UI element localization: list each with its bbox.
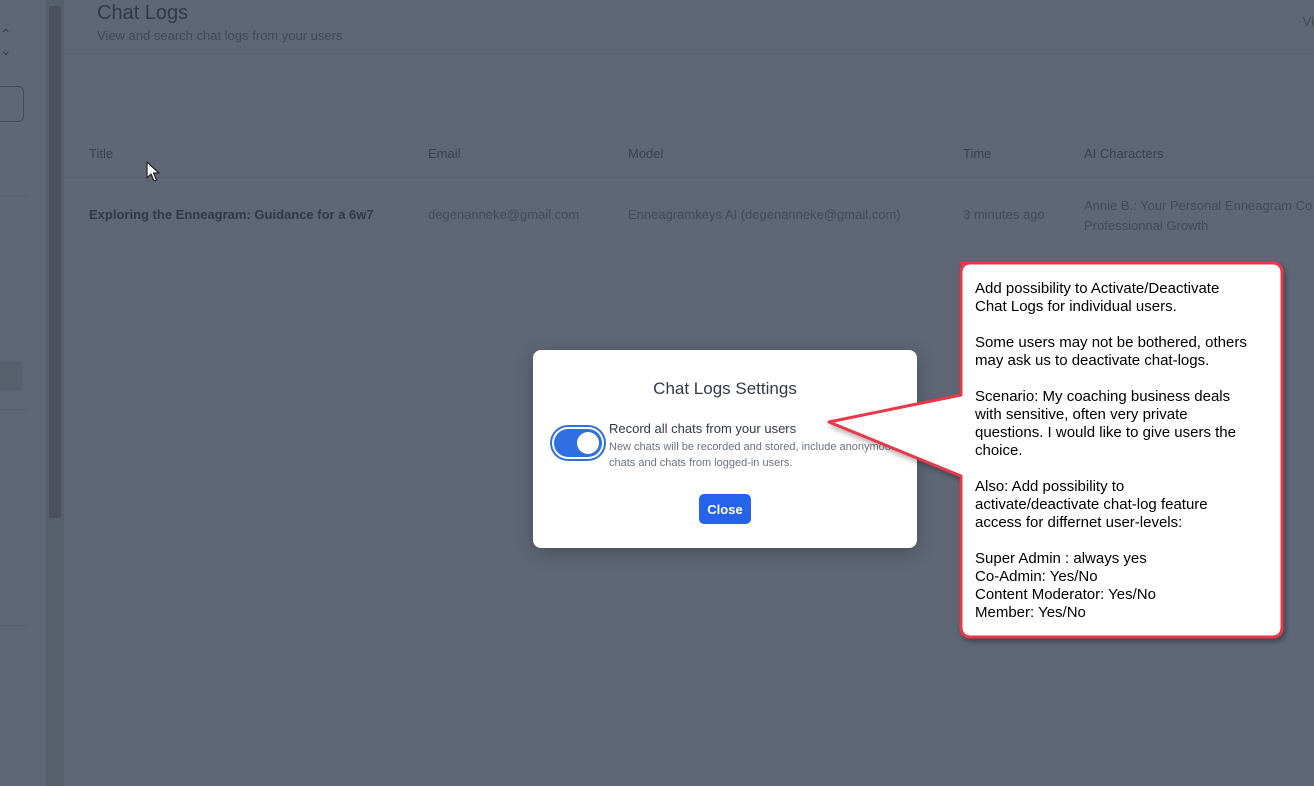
annotation-line: Co-Admin: Yes/No	[975, 568, 1098, 585]
annotation-line: Super Admin : always yes	[975, 550, 1147, 567]
annotation-paragraph: Add possibility to Activate/Deactivate C…	[975, 280, 1270, 316]
annotation-line: activate/deactivate chat-log feature	[975, 496, 1208, 513]
annotation-line: choice.	[975, 442, 1023, 459]
annotation-line: may ask us to deactivate chat-logs.	[975, 352, 1210, 369]
annotation-line: Scenario: My coaching business deals	[975, 388, 1231, 405]
annotation-line: Add possibility to Activate/Deactivate	[975, 280, 1220, 297]
annotation-line: questions. I would like to give users th…	[975, 424, 1236, 441]
annotation-paragraph: Scenario: My coaching business deals wit…	[975, 388, 1270, 460]
annotation-paragraph: Super Admin : always yes Co-Admin: Yes/N…	[975, 550, 1270, 622]
annotation-line: Some users may not be bothered, others	[975, 334, 1247, 351]
annotation-line: with sensitive, often very private	[975, 406, 1188, 423]
annotation-line: Chat Logs for individual users.	[975, 298, 1177, 315]
annotation-line: Member: Yes/No	[975, 604, 1086, 621]
annotation-paragraph: Also: Add possibility to activate/deacti…	[975, 478, 1270, 532]
annotation-paragraph: Some users may not be bothered, others m…	[975, 334, 1270, 370]
annotation-line: access for differnet user-levels:	[975, 514, 1183, 531]
annotation-line: Also: Add possibility to	[975, 478, 1125, 495]
annotation-line: Content Moderator: Yes/No	[975, 586, 1156, 603]
annotation-text: Add possibility to Activate/Deactivate C…	[975, 280, 1270, 622]
